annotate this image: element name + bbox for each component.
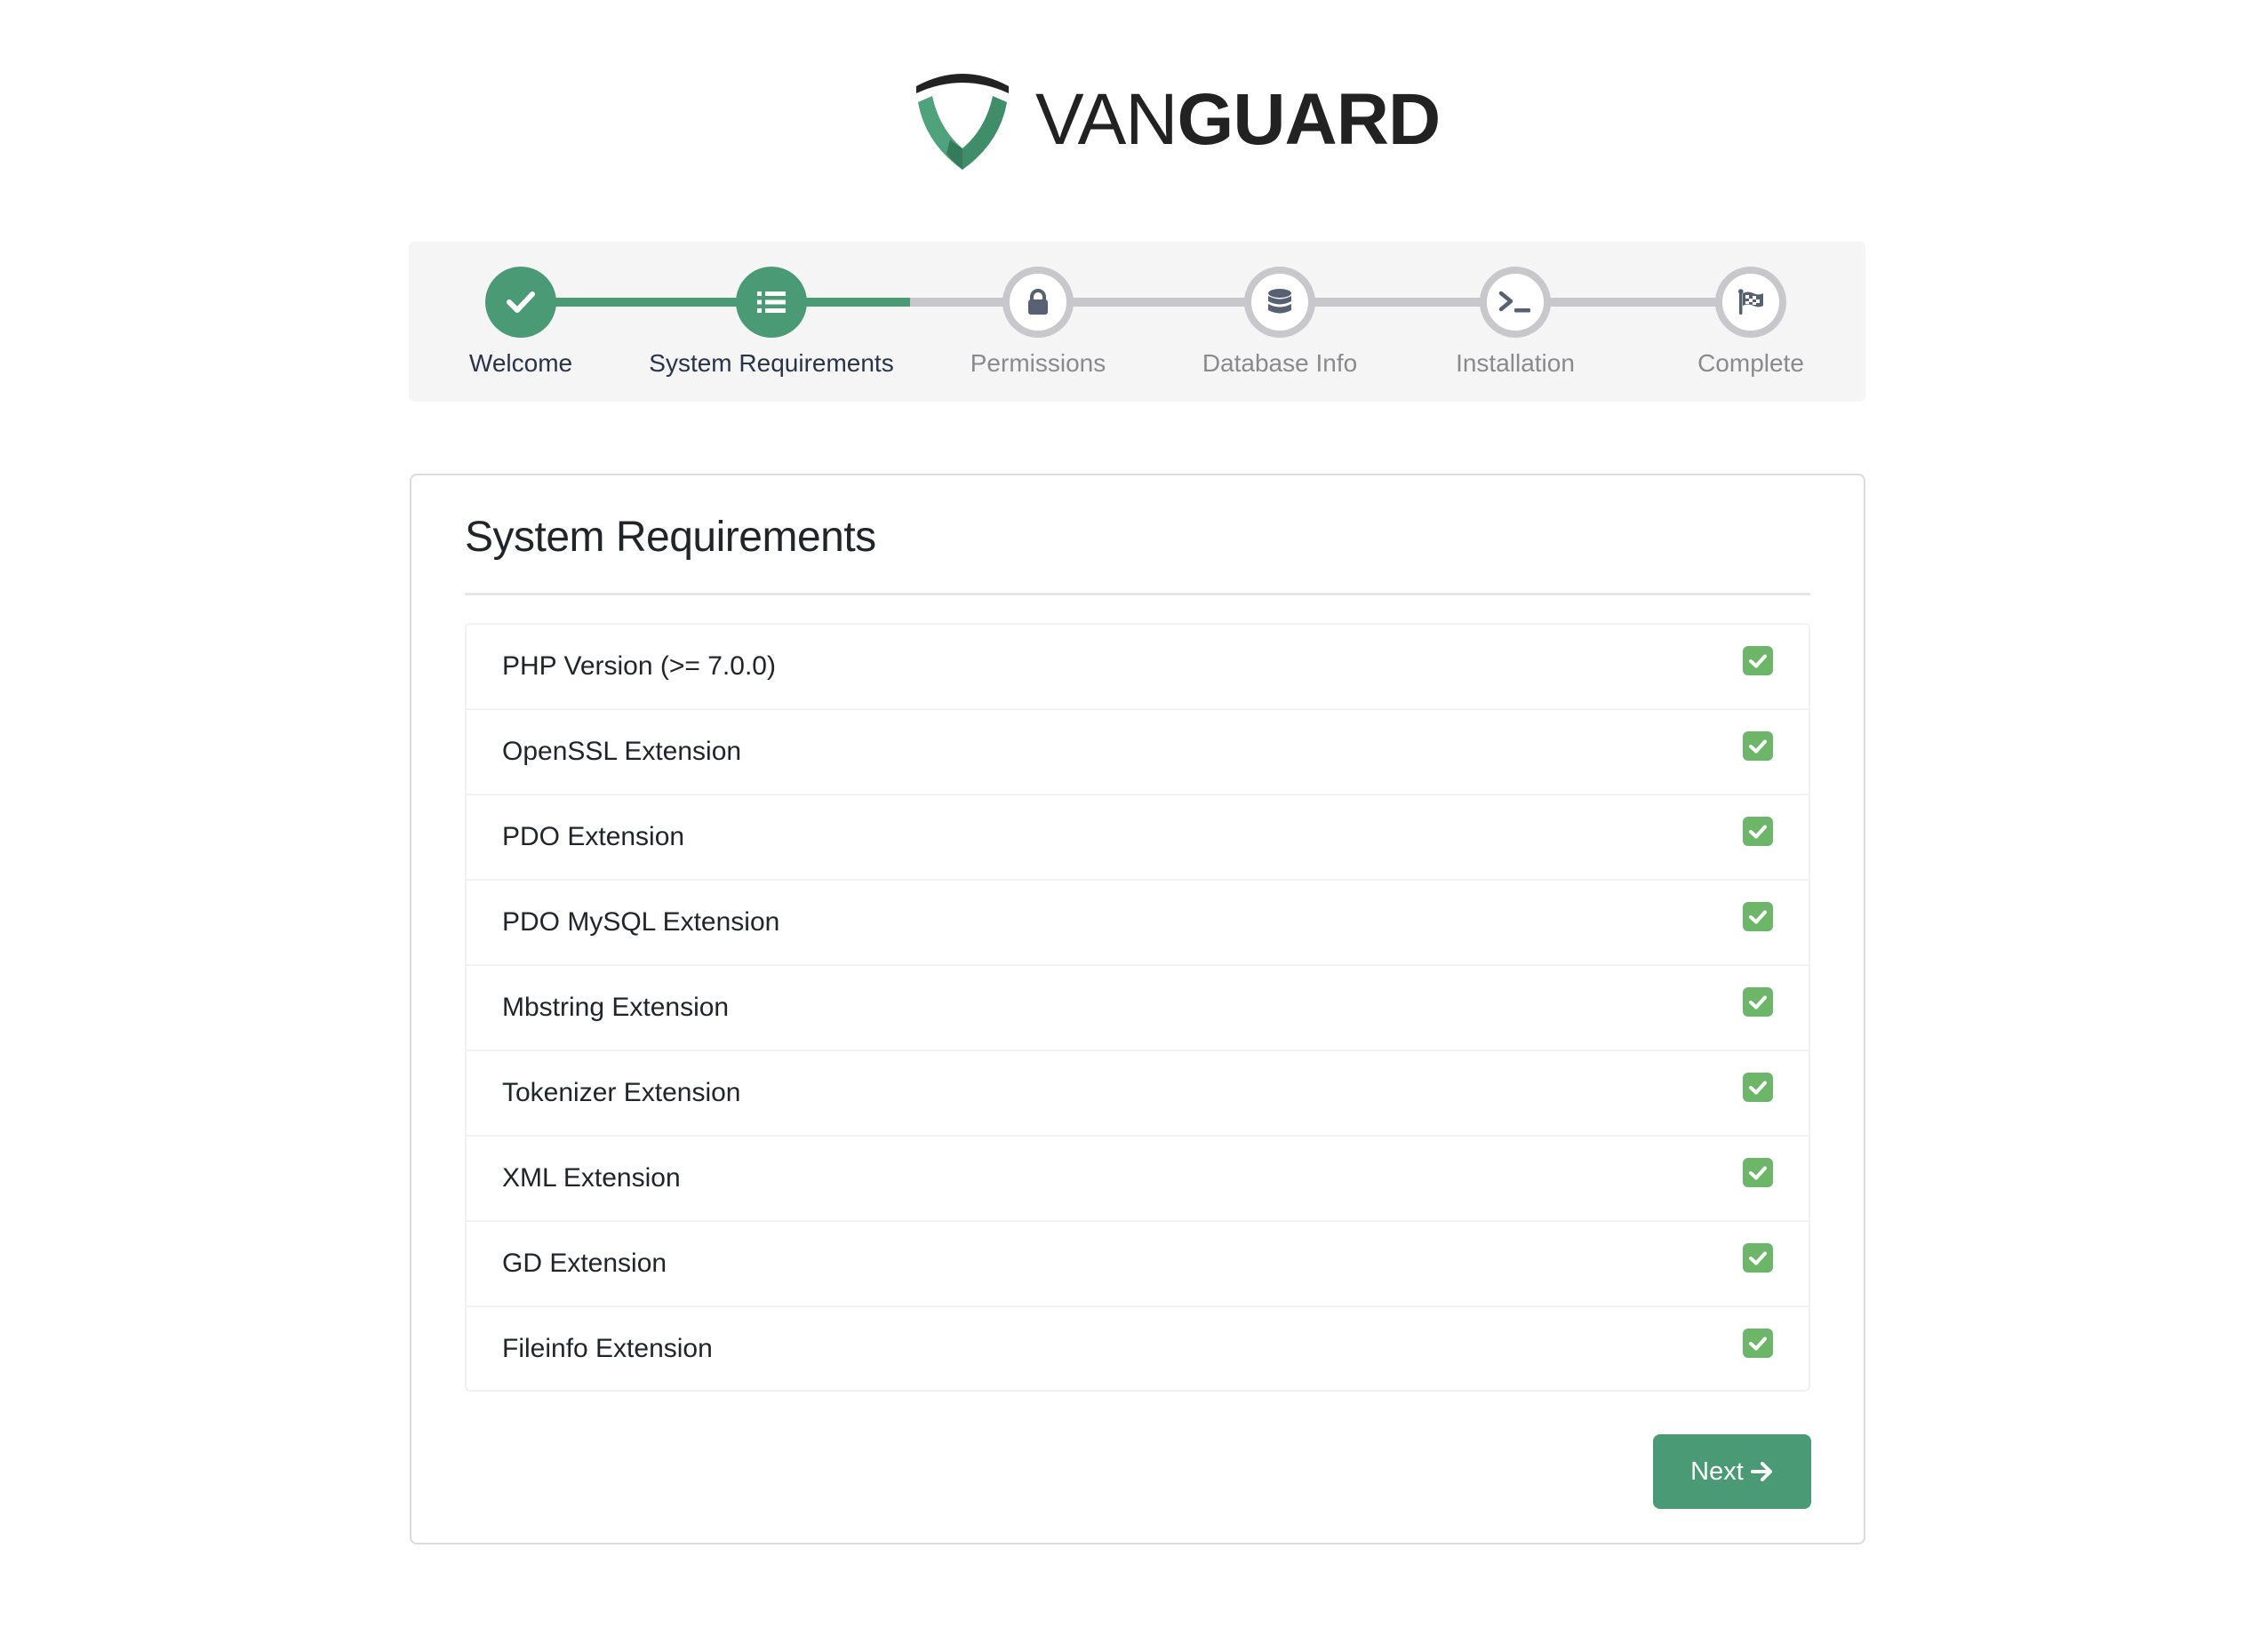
step-complete-label: Complete xyxy=(1697,349,1804,377)
brand-name: VANGUARD xyxy=(1035,84,1441,156)
requirement-row: Mbstring Extension xyxy=(467,966,1809,1051)
check-icon xyxy=(507,291,535,313)
requirement-name: PHP Version (>= 7.0.0) xyxy=(502,651,776,681)
requirement-row: PDO Extension xyxy=(467,795,1809,881)
check-square-icon xyxy=(1743,1158,1773,1187)
terminal-icon xyxy=(1498,291,1530,313)
arrow-right-icon xyxy=(1750,1462,1772,1481)
requirement-row: Tokenizer Extension xyxy=(467,1051,1809,1137)
requirement-row: PDO MySQL Extension xyxy=(467,881,1809,966)
lock-icon xyxy=(1028,289,1048,315)
check-square-icon xyxy=(1743,731,1773,761)
requirement-row: GD Extension xyxy=(467,1222,1809,1307)
check-square-icon xyxy=(1743,987,1773,1017)
check-square-icon xyxy=(1743,646,1773,675)
database-icon xyxy=(1268,289,1291,314)
requirement-name: PDO MySQL Extension xyxy=(502,907,780,937)
requirement-row: XML Extension xyxy=(467,1137,1809,1222)
next-button[interactable]: Next xyxy=(1653,1434,1811,1509)
requirement-row: OpenSSL Extension xyxy=(467,710,1809,795)
system-requirements-card: System Requirements PHP Version (>= 7.0.… xyxy=(410,474,1865,1544)
vanguard-logo: VANGUARD xyxy=(914,67,1441,171)
check-square-icon xyxy=(1743,1329,1773,1358)
requirement-name: GD Extension xyxy=(502,1249,667,1278)
check-square-icon xyxy=(1743,817,1773,846)
step-system-requirements-circle xyxy=(736,267,807,338)
check-square-icon xyxy=(1743,902,1773,931)
requirement-row: Fileinfo Extension xyxy=(467,1307,1809,1390)
requirements-list: PHP Version (>= 7.0.0) OpenSSL Extension… xyxy=(465,623,1810,1392)
check-square-icon xyxy=(1743,1243,1773,1273)
list-icon xyxy=(757,291,786,313)
brand-name-bold: GUARD xyxy=(1177,79,1441,160)
shield-v-logo-icon xyxy=(916,74,1009,170)
requirement-name: Mbstring Extension xyxy=(502,993,730,1022)
step-complete-circle xyxy=(1715,267,1786,338)
title-divider xyxy=(465,593,1810,595)
brand-name-light: VAN xyxy=(1035,79,1178,160)
requirement-name: Tokenizer Extension xyxy=(502,1078,741,1107)
requirement-name: OpenSSL Extension xyxy=(502,737,742,766)
check-square-icon xyxy=(1743,1073,1773,1102)
requirement-name: PDO Extension xyxy=(502,822,685,851)
page-title: System Requirements xyxy=(465,514,876,561)
step-database-info-circle xyxy=(1244,267,1315,338)
step-installation-circle xyxy=(1480,267,1551,338)
requirement-name: XML Extension xyxy=(502,1163,681,1193)
install-stepper: Welcome System Requirements Permissions xyxy=(409,242,1865,402)
checkered-flag-icon xyxy=(1738,289,1763,315)
next-button-label: Next xyxy=(1690,1456,1744,1486)
requirement-row: PHP Version (>= 7.0.0) xyxy=(467,625,1809,710)
step-permissions-circle xyxy=(1002,267,1074,338)
stepper-progress-done xyxy=(521,298,910,307)
step-welcome-circle xyxy=(485,267,556,338)
requirement-name: Fileinfo Extension xyxy=(502,1333,713,1363)
